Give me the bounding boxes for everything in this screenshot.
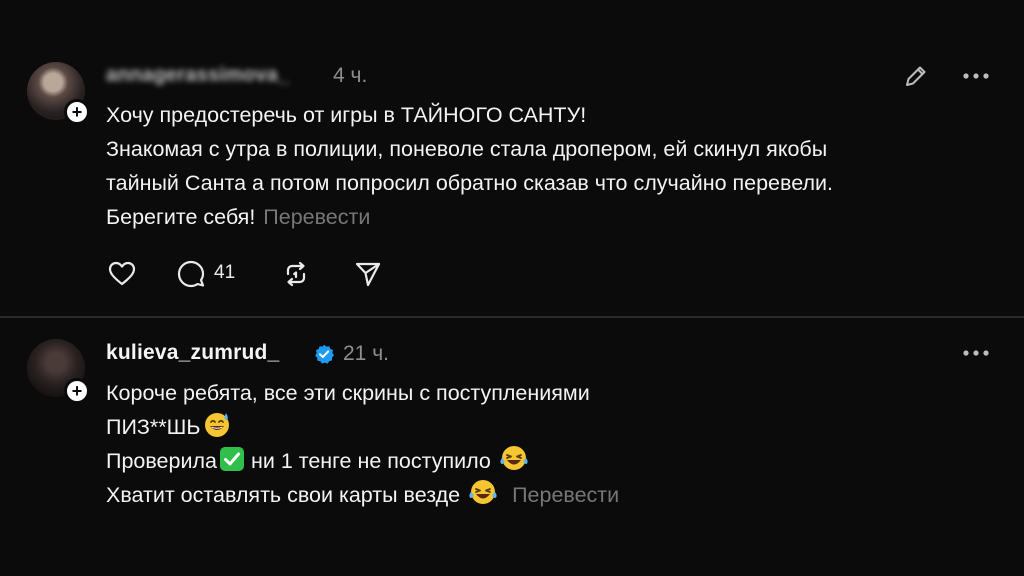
post-text-line: тайный Санта а потом попросил обратно ск… <box>106 171 833 195</box>
post-text-line: Короче ребята, все эти скрины с поступле… <box>106 381 590 405</box>
username[interactable]: annagerassimova_ <box>106 64 289 87</box>
post-text-line: Хватит оставлять свои карты везде <box>106 483 467 507</box>
heart-icon[interactable] <box>106 258 138 290</box>
post-text-line: Хочу предостеречь от игры в ТАЙНОГО САНТ… <box>106 103 587 127</box>
translate-link[interactable]: Перевести <box>263 205 370 229</box>
post-text-last: Берегите себя! Перевести <box>106 200 370 234</box>
follow-plus-icon[interactable]: + <box>64 99 90 125</box>
post-text-line: Берегите себя! <box>106 205 256 229</box>
more-icon[interactable] <box>958 339 994 367</box>
username[interactable]: kulieva_zumrud_ <box>106 341 279 365</box>
post-text-line-3: Проверила ни 1 тенге не поступило <box>106 444 529 478</box>
edit-icon[interactable] <box>900 60 932 92</box>
follow-plus-icon[interactable]: + <box>64 378 90 404</box>
timestamp: 21 ч. <box>343 342 389 365</box>
post-text-line: ни 1 тенге не поступило <box>244 449 497 473</box>
check-mark-emoji-icon <box>219 447 244 471</box>
timestamp: 4 ч. <box>333 64 368 87</box>
post-text-line: ПИЗ**ШЬ <box>106 415 201 439</box>
post-1: + annagerassimova_ 4 ч. Хочу предостереч… <box>0 0 1024 316</box>
share-icon[interactable] <box>352 258 384 290</box>
tears-of-joy-emoji-icon <box>500 446 528 470</box>
repost-icon[interactable] <box>280 258 312 290</box>
post-text-line-4: Хватит оставлять свои карты везде Переве… <box>106 478 619 512</box>
tears-of-joy-emoji-icon <box>469 480 497 504</box>
more-icon[interactable] <box>958 62 994 90</box>
post-text-line: Проверила <box>106 449 217 473</box>
comment-icon[interactable] <box>176 259 206 289</box>
translate-link[interactable]: Перевести <box>512 483 619 507</box>
post-text-line: Знакомая с утра в полиции, поневоле стал… <box>106 137 828 161</box>
reply-count: 41 <box>214 262 236 283</box>
post-text-line-2: ПИЗ**ШЬ <box>106 410 232 444</box>
verified-icon <box>315 344 334 364</box>
sweat-smile-emoji-icon <box>205 413 230 437</box>
